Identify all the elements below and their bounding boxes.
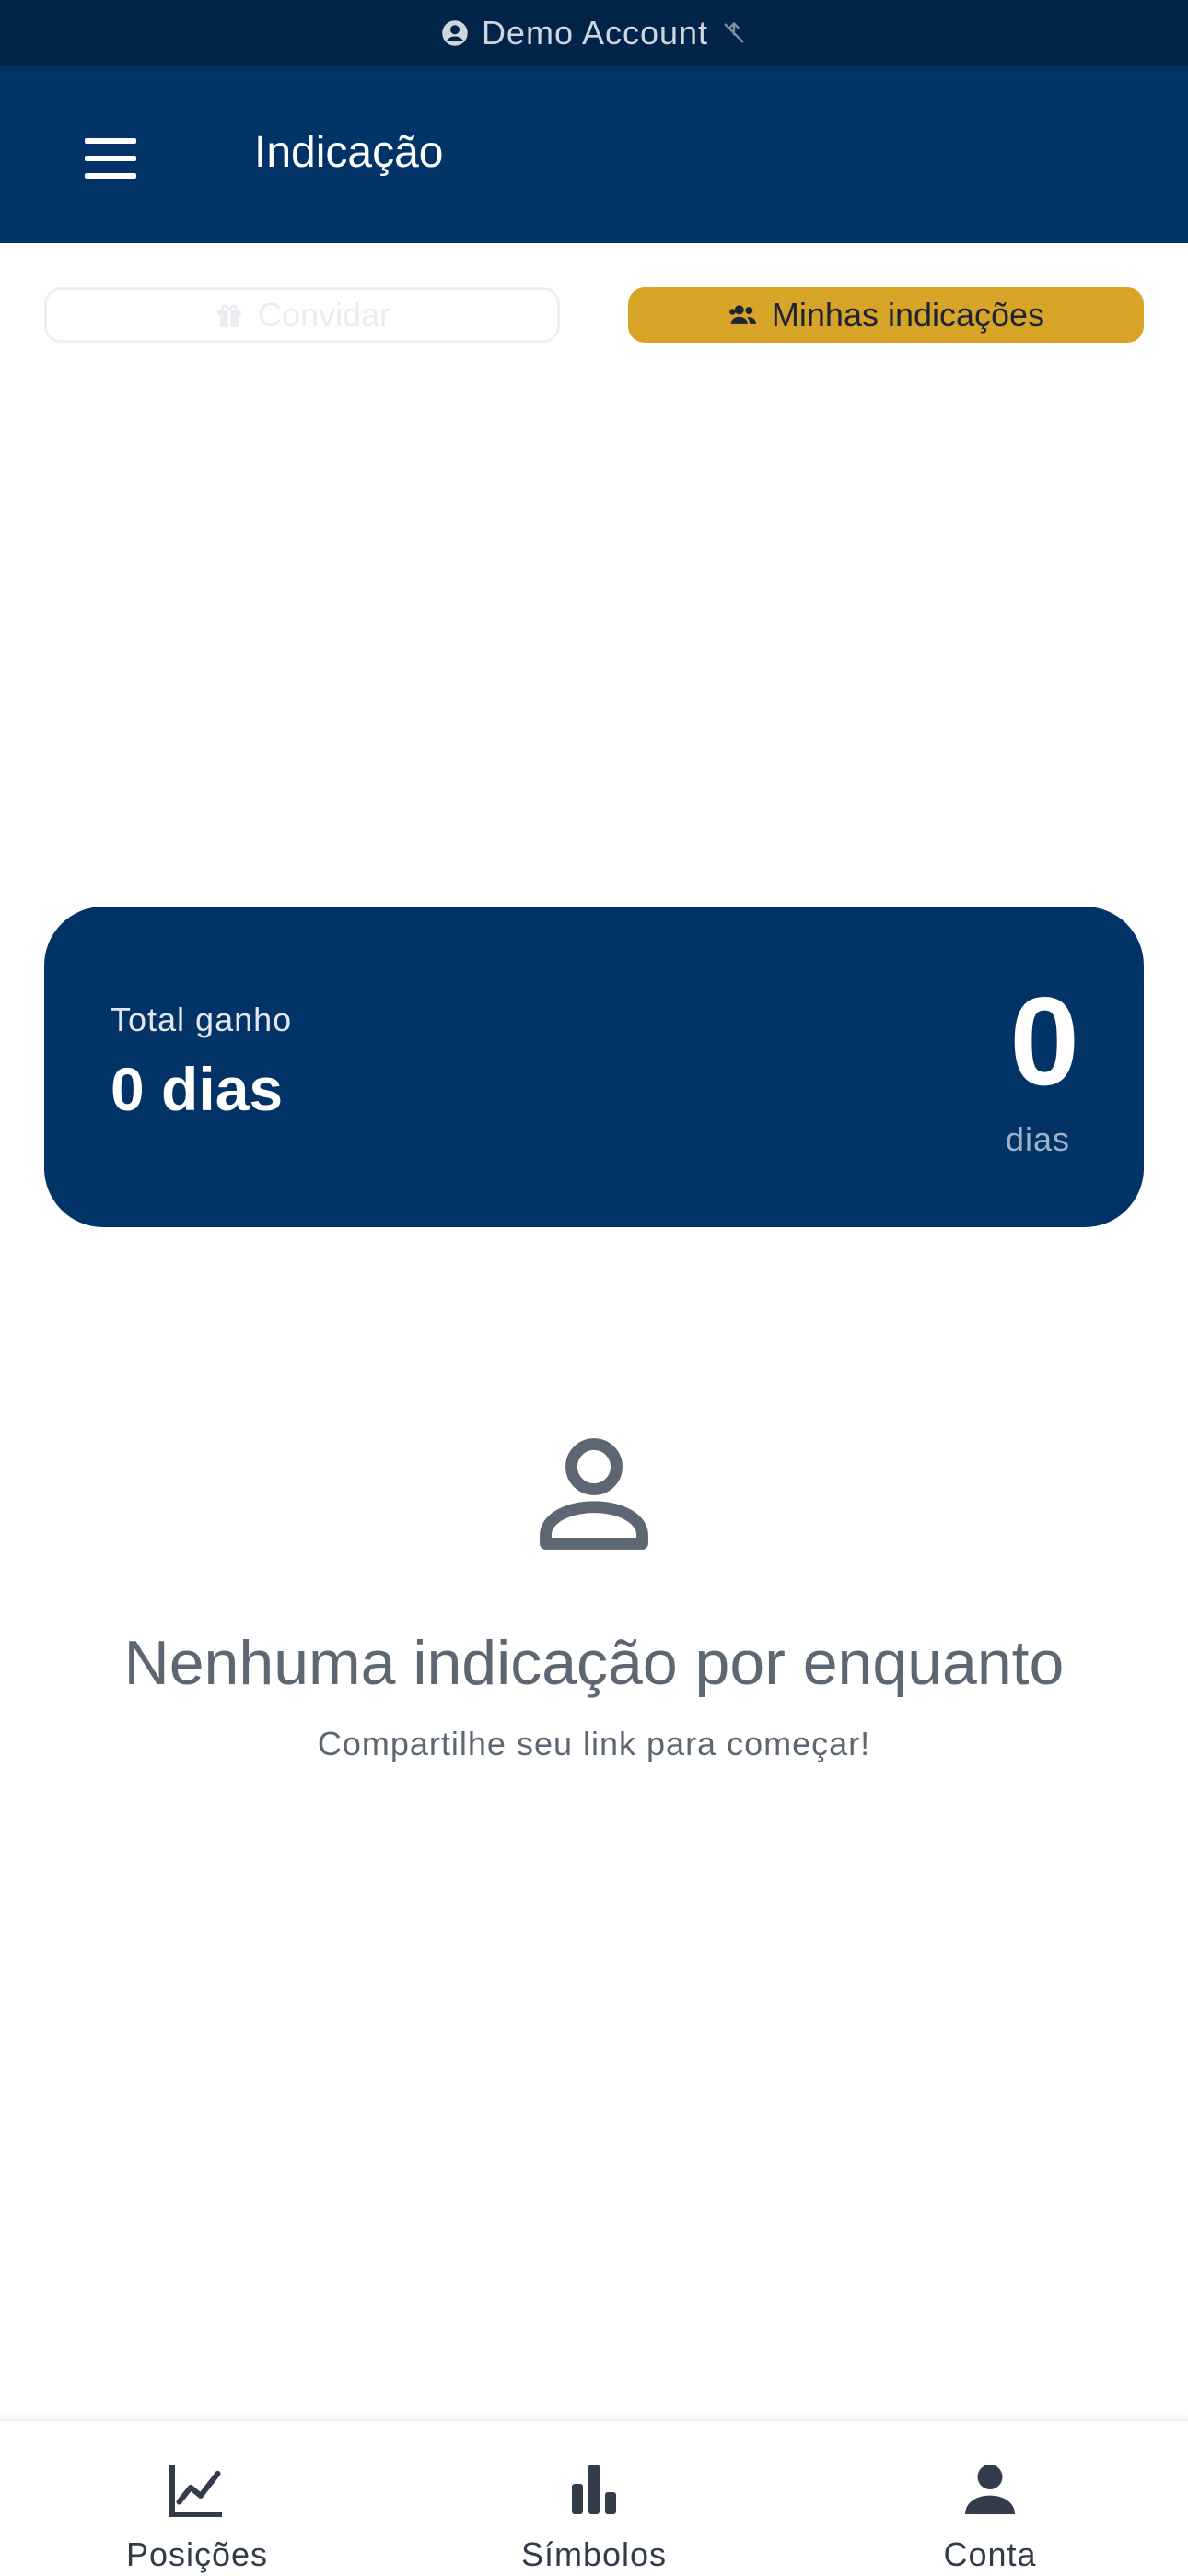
- nav-positions-label: Posições: [125, 2535, 269, 2573]
- nav-item-positions[interactable]: Posições: [59, 2421, 335, 2576]
- page-title: Indicação: [254, 128, 444, 177]
- person-outline-icon: [540, 1438, 648, 1550]
- total-earned-label: Total ganho: [111, 1001, 293, 1038]
- signal-off-icon: [724, 21, 744, 43]
- empty-state-title: Nenhuma indicação por enquanto: [123, 1628, 1065, 1698]
- nav-symbols-label: Símbolos: [520, 2535, 668, 2573]
- line-chart-icon: [169, 2465, 222, 2517]
- bottom-navigation: Posições Símbolos Conta: [0, 2419, 1188, 2576]
- tab-my-referrals-label: Minhas indicações: [771, 296, 1045, 334]
- demo-account-label: Demo Account: [481, 14, 709, 52]
- referral-screen: Demo Account Indicação Convidar Minhas i…: [0, 0, 1188, 2576]
- total-earned-card: Total ganho 0 dias 0 dias: [44, 907, 1144, 1227]
- nav-item-symbols[interactable]: Símbolos: [456, 2421, 732, 2576]
- total-days-number: 0: [1009, 971, 1079, 1111]
- nav-account-label: Conta: [943, 2535, 1037, 2573]
- total-earned-value: 0 dias: [111, 1055, 284, 1123]
- hamburger-menu-icon[interactable]: [76, 133, 146, 184]
- total-days-unit: dias: [1005, 1120, 1070, 1158]
- tab-invite[interactable]: Convidar: [44, 287, 560, 343]
- app-header: Indicação: [0, 66, 1188, 243]
- tab-my-referrals[interactable]: Minhas indicações: [628, 287, 1144, 343]
- person-icon: [965, 2465, 1015, 2514]
- account-circle-icon: [442, 20, 468, 46]
- empty-state-subtitle: Compartilhe seu link para começar!: [317, 1725, 871, 1762]
- nav-item-account[interactable]: Conta: [852, 2421, 1128, 2576]
- demo-account-bar: Demo Account: [0, 0, 1188, 66]
- people-icon: [729, 305, 757, 324]
- bar-chart-icon: [572, 2465, 616, 2514]
- tab-invite-label: Convidar: [257, 296, 391, 334]
- gift-icon: [217, 304, 241, 327]
